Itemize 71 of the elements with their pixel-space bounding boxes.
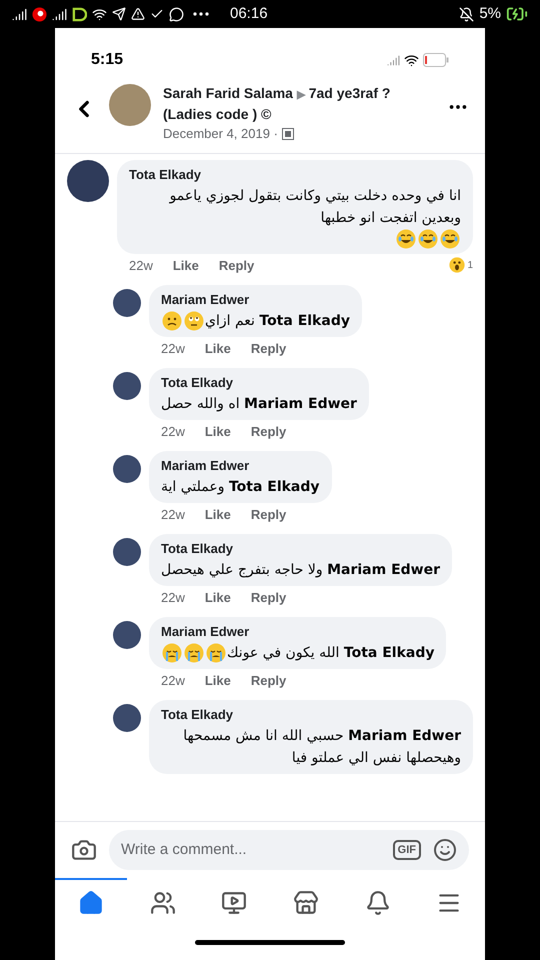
emoji-icon [184,642,204,662]
wow-reaction-icon[interactable] [449,257,466,274]
reply-link[interactable]: Reply [250,422,286,441]
avatar[interactable] [67,160,109,202]
reply-link[interactable]: Reply [250,504,286,524]
reply-link[interactable]: Reply [250,670,286,690]
comment-age: 22w [161,340,185,358]
comment-author[interactable]: Tota Elkady [161,539,440,558]
phone-clock: 5:15 [91,50,124,70]
comment-field[interactable]: Write a comment... GIF [109,830,469,870]
avatar[interactable] [113,704,141,732]
battery-icon [423,53,449,67]
comment-author[interactable]: Tota Elkady [161,373,357,392]
comment-age: 22w [161,506,185,524]
warning-icon [131,7,145,21]
avatar[interactable] [113,372,141,400]
comment-text: انا في وحده دخلت بيتي وكانت بتقول لجوزي ياعمو وبعدين اتفجت انو خطبها [168,186,461,228]
emoji-icon [418,228,438,248]
signal-icon [12,6,27,22]
emoji-icon [206,642,226,662]
bell-icon [364,890,391,916]
calendar-icon [282,128,294,140]
play-screen-icon [221,890,248,916]
bell-off-icon [459,6,474,22]
signal-icon [52,6,67,22]
device-clock: 06:16 [230,4,268,24]
avatar[interactable] [113,621,141,649]
emoji-icon [162,642,182,662]
comment-age: 22w [161,588,185,606]
like-link[interactable]: Like [204,670,231,690]
page-avatar[interactable] [109,84,151,126]
wifi-icon [92,6,107,22]
home-icon [78,890,104,916]
post-date: December 4, 2019 · [163,125,278,143]
comment-author[interactable]: Tota Elkady [129,165,461,184]
comment-author[interactable]: Mariam Edwer [161,622,434,642]
gif-button[interactable]: GIF [392,840,421,860]
people-icon [150,890,176,916]
like-link[interactable]: Like [204,422,231,441]
battery-percent: 5% [479,4,501,24]
reply-link[interactable]: Reply [218,256,254,275]
comment-age: 22w [129,256,153,274]
comment-age: 22w [161,422,185,440]
comment-author[interactable]: Mariam Edwer [161,456,320,476]
post-title[interactable]: Sarah Farid Salama ▶ 7ad ye3raf ? (Ladies code ) © [163,84,435,124]
wifi-icon [404,52,419,68]
comment-placeholder: Write a comment... [121,840,248,860]
store-icon [292,890,319,916]
emoji-icon [440,228,460,248]
reply-link[interactable]: Reply [250,588,286,607]
reply-link[interactable]: Reply [250,338,286,358]
like-link[interactable]: Like [204,588,231,607]
emoji-icon [184,310,204,330]
comment-age: 22w [161,672,185,690]
emoji-icon [396,228,416,248]
comment-author[interactable]: Mariam Edwer [161,290,350,310]
chat-icon [169,6,184,22]
like-link[interactable]: Like [204,338,231,358]
send-icon [112,7,126,21]
like-link[interactable]: Like [204,504,231,524]
more-icon [193,12,209,16]
avatar[interactable] [113,289,141,317]
comment-author[interactable]: Tota Elkady [161,705,461,724]
carrier-logo-icon [72,6,87,22]
avatar[interactable] [113,538,141,566]
emoji-icon[interactable] [433,838,457,862]
avatar[interactable] [113,455,141,483]
emoji-icon [162,310,182,330]
like-link[interactable]: Like [172,256,199,275]
reaction-count: 1 [467,258,473,273]
carrier-logo-icon [32,6,47,22]
